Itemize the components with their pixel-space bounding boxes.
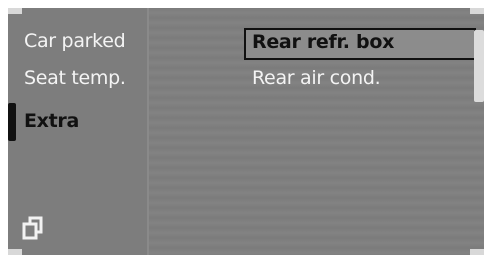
menu-item-rear-refr-box[interactable]: Rear refr. box (252, 31, 394, 53)
panel-divider (147, 8, 149, 255)
display-screen: Car parked Seat temp. Extra Rear refr. b… (8, 8, 484, 255)
corner-marker (8, 8, 22, 14)
menu-item-rear-air-cond[interactable]: Rear air cond. (252, 67, 381, 89)
focus-marker (8, 103, 16, 141)
scrollbar[interactable] (474, 30, 484, 102)
corner-marker (8, 249, 22, 255)
corner-marker (470, 8, 484, 14)
menu-item-car-parked[interactable]: Car parked (24, 30, 126, 52)
menu-item-extra[interactable]: Extra (24, 110, 79, 132)
back-icon[interactable] (22, 216, 44, 240)
menu-item-seat-temp[interactable]: Seat temp. (24, 67, 126, 89)
corner-marker (470, 249, 484, 255)
